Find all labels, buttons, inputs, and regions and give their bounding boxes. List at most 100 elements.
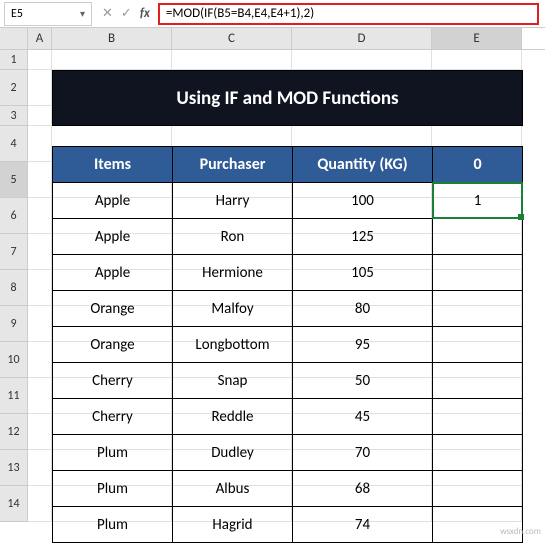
col-items[interactable]: Items xyxy=(53,147,173,183)
cell-extra[interactable] xyxy=(433,363,523,399)
cell[interactable] xyxy=(28,234,52,270)
cell-quantity[interactable]: 45 xyxy=(293,399,433,435)
cell[interactable] xyxy=(28,198,52,234)
row-header-6[interactable]: 6 xyxy=(0,198,28,234)
cell[interactable] xyxy=(28,50,52,70)
row-header-1[interactable]: 1 xyxy=(0,50,28,70)
cell[interactable] xyxy=(28,342,52,378)
row-header-3[interactable]: 3 xyxy=(0,106,28,126)
col-quantity[interactable]: Quantity (KG) xyxy=(293,147,433,183)
table-row: AppleHarry1001 xyxy=(53,183,523,219)
cell[interactable] xyxy=(28,162,52,198)
cell-extra[interactable] xyxy=(433,471,523,507)
col-extra[interactable]: 0 xyxy=(433,147,523,183)
cell-quantity[interactable]: 50 xyxy=(293,363,433,399)
cell-extra[interactable]: 1 xyxy=(433,183,523,219)
cell-extra[interactable] xyxy=(433,291,523,327)
cell[interactable] xyxy=(28,106,52,126)
fx-icon[interactable]: fx xyxy=(140,6,150,21)
row-header-12[interactable]: 12 xyxy=(0,414,28,450)
cell-quantity[interactable]: 68 xyxy=(293,471,433,507)
cell-quantity[interactable]: 70 xyxy=(293,435,433,471)
col-header-E[interactable]: E xyxy=(432,28,522,49)
row-header-2[interactable]: 2 xyxy=(0,70,28,106)
data-table: Items Purchaser Quantity (KG) 0 AppleHar… xyxy=(52,146,523,543)
row-header-11[interactable]: 11 xyxy=(0,378,28,414)
col-header-C[interactable]: C xyxy=(172,28,292,49)
cell-quantity[interactable]: 100 xyxy=(293,183,433,219)
cell-quantity[interactable]: 105 xyxy=(293,255,433,291)
row-header-5[interactable]: 5 xyxy=(0,162,28,198)
col-purchaser[interactable]: Purchaser xyxy=(173,147,293,183)
formula-input[interactable]: =MOD(IF(B5=B4,E4,E4+1),2) xyxy=(158,3,539,25)
table-row: PlumDudley70 xyxy=(53,435,523,471)
table-row: PlumHagrid74 xyxy=(53,507,523,543)
row-header-9[interactable]: 9 xyxy=(0,306,28,342)
col-header-D[interactable]: D xyxy=(292,28,432,49)
cell-purchaser[interactable]: Malfoy xyxy=(173,291,293,327)
col-header-A[interactable]: A xyxy=(28,28,52,49)
cell-items[interactable]: Plum xyxy=(53,507,173,543)
cell-purchaser[interactable]: Ron xyxy=(173,219,293,255)
cell-quantity[interactable]: 95 xyxy=(293,327,433,363)
cell-items[interactable]: Apple xyxy=(53,183,173,219)
page-title: Using IF and MOD Functions xyxy=(52,70,523,126)
chevron-down-icon[interactable]: ▾ xyxy=(80,7,85,20)
row-header-4[interactable]: 4 xyxy=(0,126,28,162)
cell-items[interactable]: Cherry xyxy=(53,363,173,399)
cell-purchaser[interactable]: Hagrid xyxy=(173,507,293,543)
cell-purchaser[interactable]: Harry xyxy=(173,183,293,219)
table-row: AppleRon125 xyxy=(53,219,523,255)
cell[interactable] xyxy=(172,50,292,70)
check-icon[interactable]: ✓ xyxy=(121,6,132,21)
cell-quantity[interactable]: 125 xyxy=(293,219,433,255)
cell-extra[interactable] xyxy=(433,219,523,255)
row-header-14[interactable]: 14 xyxy=(0,486,28,522)
cell-extra[interactable] xyxy=(433,435,523,471)
column-header-row: A B C D E xyxy=(0,28,545,50)
cell-extra[interactable] xyxy=(433,399,523,435)
cell[interactable] xyxy=(28,270,52,306)
cell[interactable] xyxy=(292,50,432,70)
row-header-7[interactable]: 7 xyxy=(0,234,28,270)
cell-items[interactable]: Plum xyxy=(53,471,173,507)
cell-quantity[interactable]: 74 xyxy=(293,507,433,543)
cell-purchaser[interactable]: Dudley xyxy=(173,435,293,471)
cell-items[interactable]: Apple xyxy=(53,255,173,291)
cell[interactable] xyxy=(28,378,52,414)
cell-purchaser[interactable]: Reddle xyxy=(173,399,293,435)
table-row: CherryReddle45 xyxy=(53,399,523,435)
cell-extra[interactable] xyxy=(433,507,523,543)
table-row: OrangeLongbottom95 xyxy=(53,327,523,363)
cell-items[interactable]: Orange xyxy=(53,327,173,363)
cell-extra[interactable] xyxy=(433,327,523,363)
cell[interactable] xyxy=(28,126,52,162)
cell-items[interactable]: Apple xyxy=(53,219,173,255)
cell[interactable] xyxy=(432,50,522,70)
cell[interactable] xyxy=(28,70,52,106)
row-header-13[interactable]: 13 xyxy=(0,450,28,486)
cell-purchaser[interactable]: Snap xyxy=(173,363,293,399)
cell-extra[interactable] xyxy=(433,255,523,291)
row-header-8[interactable]: 8 xyxy=(0,270,28,306)
cell[interactable] xyxy=(28,306,52,342)
row-header-10[interactable]: 10 xyxy=(0,342,28,378)
cell[interactable] xyxy=(52,50,172,70)
table-row: CherrySnap50 xyxy=(53,363,523,399)
cell[interactable] xyxy=(28,486,52,522)
col-header-B[interactable]: B xyxy=(52,28,172,49)
formula-bar-buttons: ✕ ✓ fx xyxy=(96,6,156,21)
cell-quantity[interactable]: 80 xyxy=(293,291,433,327)
cell-purchaser[interactable]: Longbottom xyxy=(173,327,293,363)
cell-purchaser[interactable]: Albus xyxy=(173,471,293,507)
cell-items[interactable]: Cherry xyxy=(53,399,173,435)
cell-purchaser[interactable]: Hermione xyxy=(173,255,293,291)
name-box[interactable]: E5 ▾ xyxy=(4,2,92,26)
select-all-corner[interactable] xyxy=(0,28,28,49)
cell-items[interactable]: Plum xyxy=(53,435,173,471)
cell[interactable] xyxy=(28,450,52,486)
table-row: OrangeMalfoy80 xyxy=(53,291,523,327)
cell-items[interactable]: Orange xyxy=(53,291,173,327)
cell[interactable] xyxy=(28,414,52,450)
cancel-icon[interactable]: ✕ xyxy=(102,6,113,21)
